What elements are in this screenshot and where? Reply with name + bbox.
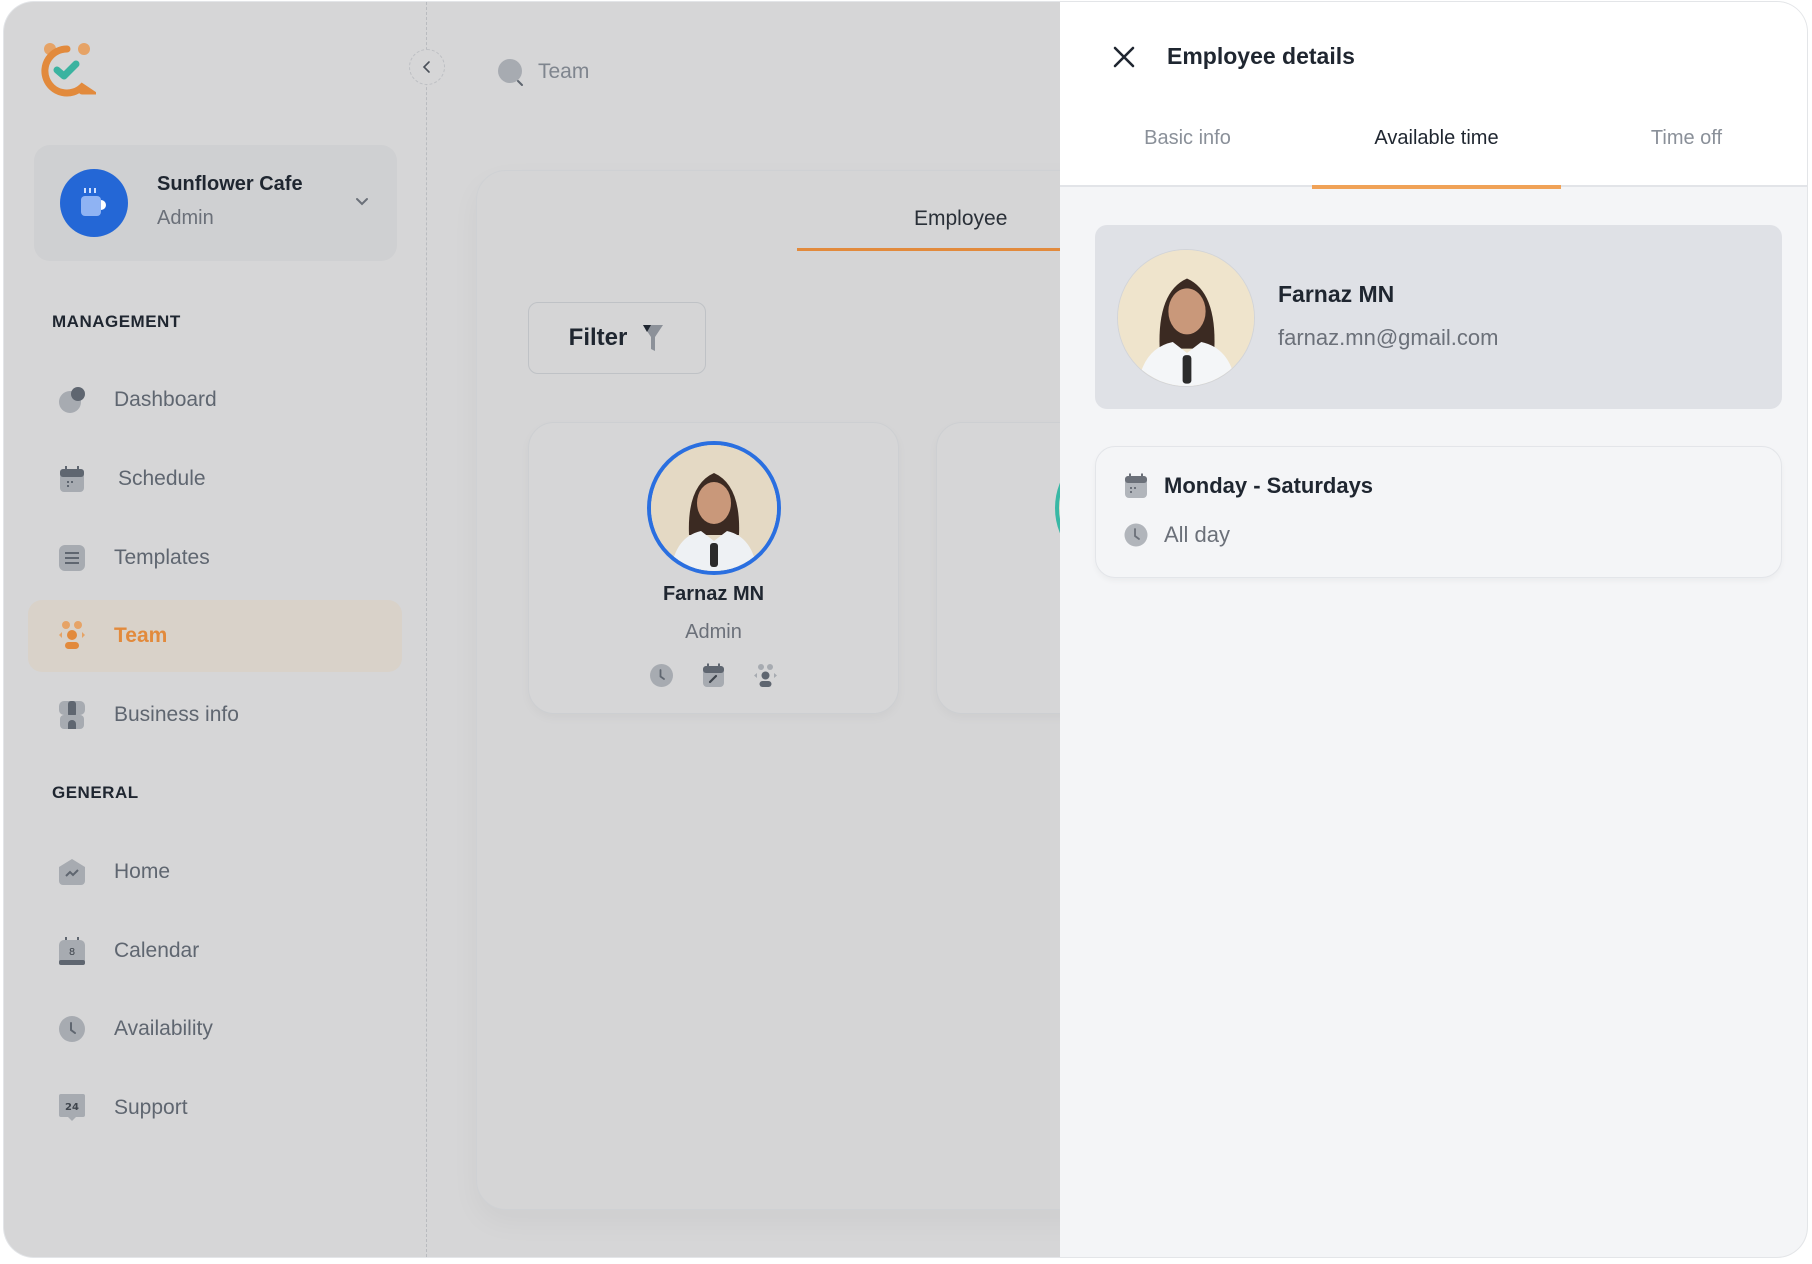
employee-name: Farnaz MN <box>662 583 765 605</box>
breadcrumb-current: Team <box>538 60 590 83</box>
employee-card[interactable]: Farnaz MN Admin <box>528 422 899 714</box>
sidebar: Sunflower Cafe Admin MANAGEMENT Dashboar… <box>4 2 427 1257</box>
sidebar-item-support[interactable]: 24 Support <box>28 1072 402 1144</box>
employee-role: Admin <box>685 621 742 643</box>
profile-email: farnaz.mn@gmail.com <box>1278 325 1499 350</box>
filter-button-label: Filter <box>568 324 628 351</box>
sidebar-item-label: Availability <box>114 1017 213 1040</box>
sidebar-item-label: Dashboard <box>114 388 217 411</box>
tab-available-time[interactable]: Available time <box>1312 127 1561 189</box>
support-24-icon: 24 <box>58 1094 86 1122</box>
search-icon <box>498 59 523 86</box>
availability-card[interactable]: Monday - Saturdays All day <box>1095 446 1782 578</box>
clock-icon <box>58 1015 86 1043</box>
drawer-header: Employee details Basic info Available ti… <box>1060 2 1807 189</box>
availability-time-row: All day <box>1124 522 1230 548</box>
calendar-icon <box>58 465 86 493</box>
chevron-down-icon[interactable] <box>352 191 372 211</box>
sidebar-item-team[interactable]: Team <box>28 600 402 672</box>
tab-label: Basic info <box>1144 127 1231 149</box>
sidebar-item-label: Home <box>114 860 171 883</box>
close-icon[interactable] <box>1111 44 1137 70</box>
sidebar-item-label: Schedule <box>118 467 206 490</box>
app-window: Sunflower Cafe Admin MANAGEMENT Dashboar… <box>4 2 1807 1257</box>
sidebar-item-home[interactable]: Home <box>28 836 402 908</box>
store-icon <box>58 701 86 729</box>
sidebar-item-templates[interactable]: Templates <box>28 522 402 594</box>
business-avatar <box>60 169 128 237</box>
tab-basic-info[interactable]: Basic info <box>1063 127 1312 187</box>
tab-employee-label: Employee <box>914 207 1008 230</box>
profile-avatar <box>1117 249 1255 387</box>
collapse-sidebar-button[interactable] <box>409 49 445 85</box>
availability-time: All day <box>1164 522 1231 547</box>
business-name: Sunflower Cafe <box>157 173 303 195</box>
tab-label: Time off <box>1650 127 1723 149</box>
sidebar-item-dashboard[interactable]: Dashboard <box>28 364 402 436</box>
business-switcher[interactable]: Sunflower Cafe Admin <box>34 145 397 261</box>
list-icon <box>58 544 86 572</box>
business-role: Admin <box>157 207 214 229</box>
breadcrumb: Team <box>496 57 589 87</box>
drawer-title: Employee details <box>1167 43 1355 69</box>
filter-icon <box>643 325 664 351</box>
home-icon <box>58 858 86 886</box>
clock-icon <box>1124 522 1148 548</box>
chevron-left-icon <box>422 61 430 73</box>
employee-details-drawer: Employee details Basic info Available ti… <box>1060 2 1807 1257</box>
svg-text:24: 24 <box>65 1102 79 1113</box>
pie-chart-icon <box>58 386 86 414</box>
team-icon <box>58 621 86 650</box>
app-logo-icon <box>38 40 100 98</box>
svg-text:8: 8 <box>69 947 75 958</box>
sidebar-item-business-info[interactable]: Business info <box>28 679 402 751</box>
availability-days: Monday - Saturdays <box>1164 473 1374 498</box>
team-role-icon[interactable] <box>753 663 778 688</box>
sidebar-item-label: Support <box>114 1096 188 1119</box>
employee-avatar <box>647 441 781 575</box>
employee-actions <box>529 663 898 688</box>
sidebar-item-label: Business info <box>114 703 239 726</box>
sidebar-item-availability[interactable]: Availability <box>28 993 402 1065</box>
profile-name: Farnaz MN <box>1278 281 1395 307</box>
calendar-date-icon: 8 <box>58 937 86 965</box>
sidebar-item-label: Calendar <box>114 939 200 962</box>
tab-time-off[interactable]: Time off <box>1562 127 1807 187</box>
section-label-management: MANAGEMENT <box>52 312 181 331</box>
sidebar-item-calendar[interactable]: 8 Calendar <box>28 915 402 987</box>
availability-clock-icon[interactable] <box>649 663 674 688</box>
filter-button[interactable]: Filter <box>528 302 706 374</box>
edit-schedule-icon[interactable] <box>701 663 726 688</box>
sidebar-item-schedule[interactable]: Schedule <box>28 443 402 515</box>
section-label-general: GENERAL <box>52 783 139 802</box>
employee-profile-card: Farnaz MN farnaz.mn@gmail.com <box>1095 225 1782 409</box>
sidebar-divider <box>426 2 427 1257</box>
sidebar-item-label: Team <box>114 624 168 647</box>
tab-label: Available time <box>1374 127 1499 149</box>
availability-days-row: Monday - Saturdays <box>1124 473 1373 499</box>
calendar-icon <box>1124 473 1148 499</box>
coffee-cup-icon <box>81 188 106 216</box>
sidebar-item-label: Templates <box>114 546 210 569</box>
